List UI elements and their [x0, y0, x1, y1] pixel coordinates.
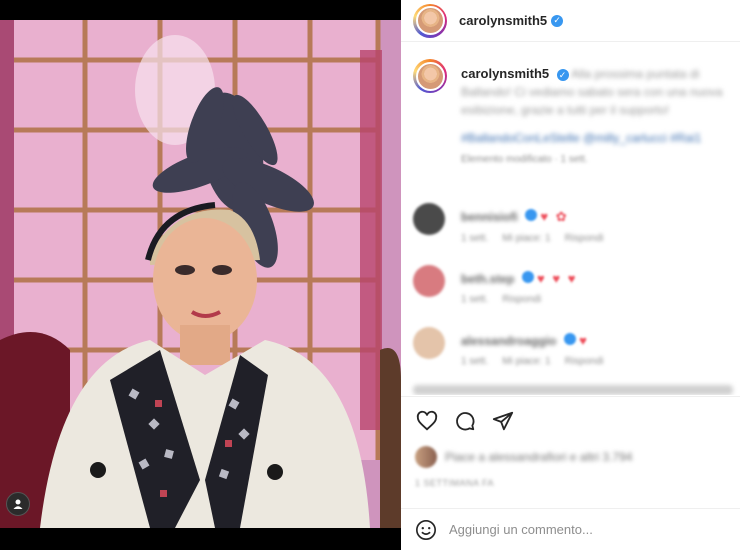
- caption-avatar[interactable]: [413, 59, 447, 93]
- comment-input[interactable]: [449, 522, 719, 537]
- commenter-avatar[interactable]: [413, 265, 445, 297]
- comment-text: ♥ ♥ ♥: [537, 271, 578, 286]
- author-avatar[interactable]: [413, 3, 447, 38]
- comment-text: ♥: [579, 333, 589, 348]
- verified-badge-icon: [563, 333, 576, 345]
- reply-link[interactable]: Rispondi: [502, 294, 541, 305]
- likes-text[interactable]: Piace a alessandrafiori e altri 3.794: [445, 450, 632, 464]
- caption-hashtags[interactable]: #BallandoConLeStelle @milly_carlucci #Ra…: [461, 129, 740, 147]
- post-photo[interactable]: [0, 0, 401, 550]
- comments-scroll-area[interactable]: carolynsmith5 ✓ Alla prossima puntata di…: [401, 43, 740, 395]
- post-header: carolynsmith5 ✓: [401, 0, 740, 42]
- commenter-avatar[interactable]: [413, 203, 445, 235]
- heart-icon[interactable]: [415, 409, 439, 433]
- post-panel: carolynsmith5 ✓ carolynsmith5 ✓ Alla pro…: [401, 0, 740, 550]
- comment-text: ♥ ✿: [540, 209, 569, 224]
- comment-item: beth.step ♥ ♥ ♥ 1 sett. Rispondi: [413, 265, 733, 315]
- add-comment-bar: [401, 508, 740, 550]
- post-date: 1 SETTIMANA FA: [415, 478, 495, 488]
- caption-meta: Elemento modificato · 1 sett.: [461, 154, 588, 165]
- user-tag-icon[interactable]: [6, 492, 30, 516]
- author-username[interactable]: carolynsmith5: [459, 13, 547, 28]
- comment-time: 1 sett.: [461, 356, 489, 367]
- verified-badge-icon: [521, 271, 534, 283]
- comment-item: bennisiofi ♥ ✿ 1 sett. Mi piace: 1 Rispo…: [413, 203, 733, 253]
- action-bar: [401, 396, 740, 444]
- verified-badge-icon: ✓: [556, 69, 569, 81]
- reply-link[interactable]: Rispondi: [565, 233, 604, 244]
- emoji-icon[interactable]: [415, 519, 437, 541]
- photo-content: [0, 20, 401, 528]
- commenter-username[interactable]: beth.step: [461, 272, 514, 286]
- comment-time: 1 sett.: [461, 233, 489, 244]
- liker-avatar: [415, 446, 437, 468]
- photo-scene: [0, 20, 401, 528]
- comment-likes[interactable]: Mi piace: 1: [502, 356, 550, 367]
- comment-item: alessandroaggio ♥ 1 sett. Mi piace: 1 Ri…: [413, 327, 733, 377]
- verified-badge-icon: ✓: [551, 14, 564, 27]
- caption-username[interactable]: carolynsmith5: [461, 66, 549, 81]
- comment-item-partial: [413, 385, 733, 395]
- reply-link[interactable]: Rispondi: [565, 356, 604, 367]
- commenter-username[interactable]: alessandroaggio: [461, 334, 556, 348]
- verified-badge-icon: [525, 209, 538, 221]
- comment-likes[interactable]: Mi piace: 1: [502, 233, 550, 244]
- send-icon[interactable]: [491, 409, 515, 433]
- commenter-avatar[interactable]: [413, 327, 445, 359]
- comment-time: 1 sett.: [461, 294, 489, 305]
- commenter-username[interactable]: bennisiofi: [461, 210, 518, 224]
- likes-row[interactable]: Piace a alessandrafiori e altri 3.794: [415, 446, 735, 468]
- comment-icon[interactable]: [453, 409, 477, 433]
